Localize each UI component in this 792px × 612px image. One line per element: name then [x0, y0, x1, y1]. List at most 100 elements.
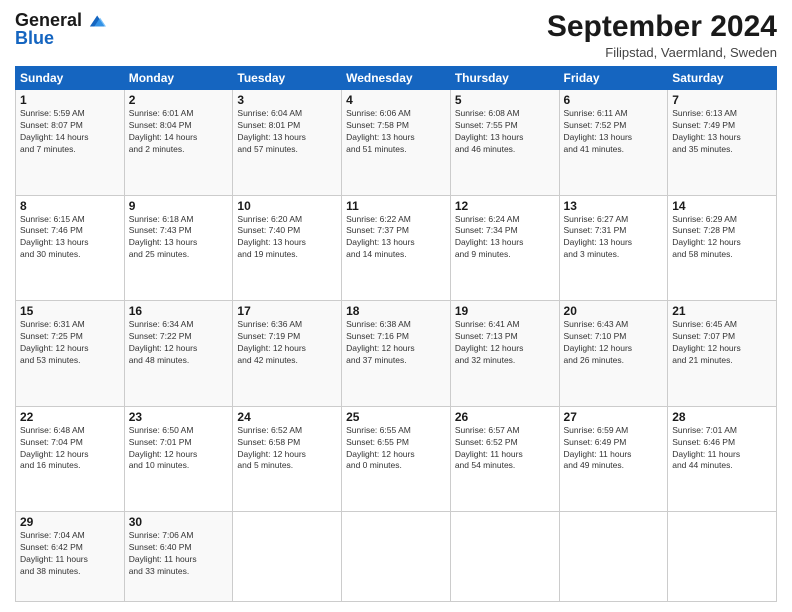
day-info: Sunrise: 6:57 AM Sunset: 6:52 PM Dayligh… — [455, 425, 555, 473]
day-number: 15 — [20, 304, 120, 318]
day-info: Sunrise: 6:50 AM Sunset: 7:01 PM Dayligh… — [129, 425, 229, 473]
day-info: Sunrise: 6:22 AM Sunset: 7:37 PM Dayligh… — [346, 214, 446, 262]
calendar-day-cell: 13Sunrise: 6:27 AM Sunset: 7:31 PM Dayli… — [559, 195, 668, 301]
day-number: 29 — [20, 515, 120, 529]
day-info: Sunrise: 6:06 AM Sunset: 7:58 PM Dayligh… — [346, 108, 446, 156]
calendar-week-row: 1Sunrise: 5:59 AM Sunset: 8:07 PM Daylig… — [16, 90, 777, 196]
calendar-day-cell: 3Sunrise: 6:04 AM Sunset: 8:01 PM Daylig… — [233, 90, 342, 196]
day-number: 11 — [346, 199, 446, 213]
calendar-day-cell: 12Sunrise: 6:24 AM Sunset: 7:34 PM Dayli… — [450, 195, 559, 301]
day-number: 27 — [564, 410, 664, 424]
day-info: Sunrise: 6:11 AM Sunset: 7:52 PM Dayligh… — [564, 108, 664, 156]
day-number: 14 — [672, 199, 772, 213]
day-number: 16 — [129, 304, 229, 318]
calendar-day-cell: 10Sunrise: 6:20 AM Sunset: 7:40 PM Dayli… — [233, 195, 342, 301]
calendar-body: 1Sunrise: 5:59 AM Sunset: 8:07 PM Daylig… — [16, 90, 777, 602]
day-number: 12 — [455, 199, 555, 213]
day-info: Sunrise: 6:59 AM Sunset: 6:49 PM Dayligh… — [564, 425, 664, 473]
calendar-day-cell: 7Sunrise: 6:13 AM Sunset: 7:49 PM Daylig… — [668, 90, 777, 196]
calendar-day-cell: 9Sunrise: 6:18 AM Sunset: 7:43 PM Daylig… — [124, 195, 233, 301]
day-number: 26 — [455, 410, 555, 424]
weekday-header-cell: Saturday — [668, 67, 777, 90]
calendar-week-row: 8Sunrise: 6:15 AM Sunset: 7:46 PM Daylig… — [16, 195, 777, 301]
calendar-day-cell — [342, 512, 451, 602]
header: General Blue September 2024 Filipstad, V… — [15, 10, 777, 60]
calendar-day-cell: 5Sunrise: 6:08 AM Sunset: 7:55 PM Daylig… — [450, 90, 559, 196]
day-info: Sunrise: 7:04 AM Sunset: 6:42 PM Dayligh… — [20, 530, 120, 578]
calendar-day-cell: 25Sunrise: 6:55 AM Sunset: 6:55 PM Dayli… — [342, 406, 451, 512]
day-info: Sunrise: 6:36 AM Sunset: 7:19 PM Dayligh… — [237, 319, 337, 367]
day-number: 6 — [564, 93, 664, 107]
calendar-day-cell: 20Sunrise: 6:43 AM Sunset: 7:10 PM Dayli… — [559, 301, 668, 407]
calendar-day-cell: 23Sunrise: 6:50 AM Sunset: 7:01 PM Dayli… — [124, 406, 233, 512]
day-info: Sunrise: 6:20 AM Sunset: 7:40 PM Dayligh… — [237, 214, 337, 262]
calendar-week-row: 15Sunrise: 6:31 AM Sunset: 7:25 PM Dayli… — [16, 301, 777, 407]
location-title: Filipstad, Vaermland, Sweden — [547, 45, 777, 60]
calendar-day-cell: 16Sunrise: 6:34 AM Sunset: 7:22 PM Dayli… — [124, 301, 233, 407]
day-info: Sunrise: 6:31 AM Sunset: 7:25 PM Dayligh… — [20, 319, 120, 367]
calendar-day-cell: 22Sunrise: 6:48 AM Sunset: 7:04 PM Dayli… — [16, 406, 125, 512]
day-number: 4 — [346, 93, 446, 107]
calendar-day-cell: 18Sunrise: 6:38 AM Sunset: 7:16 PM Dayli… — [342, 301, 451, 407]
page: General Blue September 2024 Filipstad, V… — [0, 0, 792, 612]
day-number: 28 — [672, 410, 772, 424]
day-info: Sunrise: 6:01 AM Sunset: 8:04 PM Dayligh… — [129, 108, 229, 156]
calendar-day-cell: 1Sunrise: 5:59 AM Sunset: 8:07 PM Daylig… — [16, 90, 125, 196]
calendar: SundayMondayTuesdayWednesdayThursdayFrid… — [15, 66, 777, 602]
day-number: 3 — [237, 93, 337, 107]
day-info: Sunrise: 6:34 AM Sunset: 7:22 PM Dayligh… — [129, 319, 229, 367]
logo-icon — [84, 10, 106, 32]
calendar-day-cell: 4Sunrise: 6:06 AM Sunset: 7:58 PM Daylig… — [342, 90, 451, 196]
calendar-day-cell: 15Sunrise: 6:31 AM Sunset: 7:25 PM Dayli… — [16, 301, 125, 407]
day-info: Sunrise: 6:08 AM Sunset: 7:55 PM Dayligh… — [455, 108, 555, 156]
day-info: Sunrise: 6:41 AM Sunset: 7:13 PM Dayligh… — [455, 319, 555, 367]
day-info: Sunrise: 6:29 AM Sunset: 7:28 PM Dayligh… — [672, 214, 772, 262]
day-number: 25 — [346, 410, 446, 424]
calendar-day-cell: 28Sunrise: 7:01 AM Sunset: 6:46 PM Dayli… — [668, 406, 777, 512]
day-info: Sunrise: 6:55 AM Sunset: 6:55 PM Dayligh… — [346, 425, 446, 473]
calendar-day-cell — [668, 512, 777, 602]
day-info: Sunrise: 7:01 AM Sunset: 6:46 PM Dayligh… — [672, 425, 772, 473]
weekday-header-cell: Thursday — [450, 67, 559, 90]
calendar-day-cell: 11Sunrise: 6:22 AM Sunset: 7:37 PM Dayli… — [342, 195, 451, 301]
calendar-day-cell: 24Sunrise: 6:52 AM Sunset: 6:58 PM Dayli… — [233, 406, 342, 512]
day-number: 23 — [129, 410, 229, 424]
day-number: 21 — [672, 304, 772, 318]
day-number: 7 — [672, 93, 772, 107]
day-number: 17 — [237, 304, 337, 318]
day-info: Sunrise: 6:13 AM Sunset: 7:49 PM Dayligh… — [672, 108, 772, 156]
calendar-day-cell: 30Sunrise: 7:06 AM Sunset: 6:40 PM Dayli… — [124, 512, 233, 602]
calendar-day-cell: 17Sunrise: 6:36 AM Sunset: 7:19 PM Dayli… — [233, 301, 342, 407]
calendar-day-cell: 26Sunrise: 6:57 AM Sunset: 6:52 PM Dayli… — [450, 406, 559, 512]
day-info: Sunrise: 6:48 AM Sunset: 7:04 PM Dayligh… — [20, 425, 120, 473]
calendar-day-cell: 19Sunrise: 6:41 AM Sunset: 7:13 PM Dayli… — [450, 301, 559, 407]
day-number: 19 — [455, 304, 555, 318]
day-number: 18 — [346, 304, 446, 318]
day-info: Sunrise: 6:43 AM Sunset: 7:10 PM Dayligh… — [564, 319, 664, 367]
day-info: Sunrise: 6:27 AM Sunset: 7:31 PM Dayligh… — [564, 214, 664, 262]
calendar-day-cell: 29Sunrise: 7:04 AM Sunset: 6:42 PM Dayli… — [16, 512, 125, 602]
day-info: Sunrise: 6:52 AM Sunset: 6:58 PM Dayligh… — [237, 425, 337, 473]
month-title: September 2024 — [547, 10, 777, 44]
calendar-day-cell: 27Sunrise: 6:59 AM Sunset: 6:49 PM Dayli… — [559, 406, 668, 512]
day-number: 20 — [564, 304, 664, 318]
day-info: Sunrise: 7:06 AM Sunset: 6:40 PM Dayligh… — [129, 530, 229, 578]
calendar-day-cell: 21Sunrise: 6:45 AM Sunset: 7:07 PM Dayli… — [668, 301, 777, 407]
logo: General Blue — [15, 10, 106, 49]
day-info: Sunrise: 6:24 AM Sunset: 7:34 PM Dayligh… — [455, 214, 555, 262]
day-number: 30 — [129, 515, 229, 529]
calendar-day-cell: 2Sunrise: 6:01 AM Sunset: 8:04 PM Daylig… — [124, 90, 233, 196]
calendar-week-row: 29Sunrise: 7:04 AM Sunset: 6:42 PM Dayli… — [16, 512, 777, 602]
day-info: Sunrise: 6:04 AM Sunset: 8:01 PM Dayligh… — [237, 108, 337, 156]
calendar-day-cell: 8Sunrise: 6:15 AM Sunset: 7:46 PM Daylig… — [16, 195, 125, 301]
calendar-day-cell — [450, 512, 559, 602]
day-number: 2 — [129, 93, 229, 107]
day-number: 5 — [455, 93, 555, 107]
day-number: 22 — [20, 410, 120, 424]
day-info: Sunrise: 6:15 AM Sunset: 7:46 PM Dayligh… — [20, 214, 120, 262]
day-number: 9 — [129, 199, 229, 213]
weekday-header-cell: Wednesday — [342, 67, 451, 90]
weekday-header-row: SundayMondayTuesdayWednesdayThursdayFrid… — [16, 67, 777, 90]
day-info: Sunrise: 6:38 AM Sunset: 7:16 PM Dayligh… — [346, 319, 446, 367]
weekday-header-cell: Friday — [559, 67, 668, 90]
